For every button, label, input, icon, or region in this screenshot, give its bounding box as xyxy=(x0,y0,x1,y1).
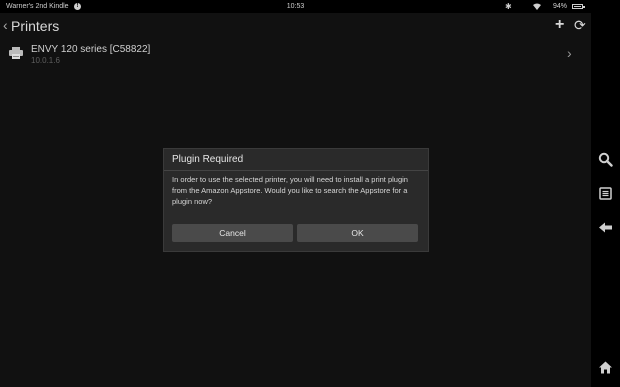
plugin-required-dialog: Plugin Required In order to use the sele… xyxy=(163,148,429,252)
back-icon[interactable] xyxy=(598,220,613,235)
menu-icon[interactable] xyxy=(598,186,613,201)
chevron-right-icon[interactable]: › xyxy=(567,46,572,60)
refresh-button[interactable]: ⟳ xyxy=(574,18,586,32)
add-printer-button[interactable]: + xyxy=(555,17,564,33)
bluetooth-icon: ✱ xyxy=(505,2,512,11)
home-icon[interactable] xyxy=(598,360,613,375)
printer-address: 10.0.1.6 xyxy=(31,56,60,65)
status-bar: Warner's 2nd Kindle ! 10:53 ✱ 94% xyxy=(0,0,591,13)
search-icon[interactable] xyxy=(598,152,613,167)
cancel-button[interactable]: Cancel xyxy=(172,224,293,242)
ok-button[interactable]: OK xyxy=(297,224,418,242)
dialog-title: Plugin Required xyxy=(172,154,244,165)
title-bar: ‹ Printers + ⟳ xyxy=(0,13,591,40)
back-arrow-icon[interactable]: ‹ xyxy=(3,18,8,32)
page-title: Printers xyxy=(11,18,60,34)
printer-list-item[interactable]: ENVY 120 series [C58822] 10.0.1.6 › xyxy=(0,40,591,70)
app-screen: Warner's 2nd Kindle ! 10:53 ✱ 94% ‹ Prin… xyxy=(0,0,591,387)
printer-icon xyxy=(9,47,23,59)
battery-fill xyxy=(574,6,581,7)
battery-percent: 94% xyxy=(553,3,568,10)
dialog-divider xyxy=(164,170,428,171)
clock: 10:53 xyxy=(286,3,305,10)
wifi-icon xyxy=(533,3,541,10)
dialog-message: In order to use the selected printer, yo… xyxy=(172,175,408,206)
system-nav-bar xyxy=(591,0,620,387)
battery-icon xyxy=(572,4,585,9)
printer-name: ENVY 120 series [C58822] xyxy=(31,44,151,55)
